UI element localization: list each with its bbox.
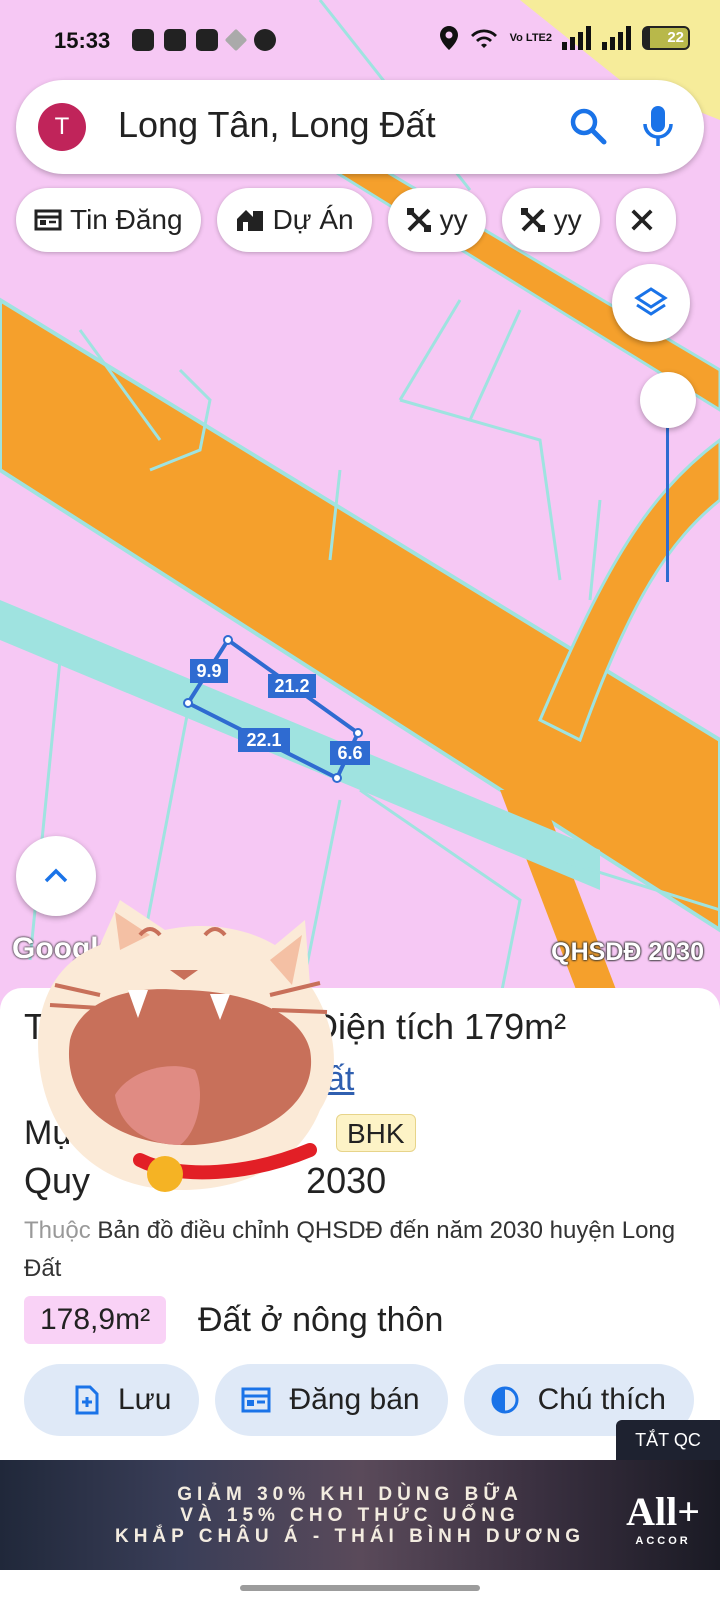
parcel-area: Diện tích 179m² — [312, 1006, 566, 1048]
tools-icon — [406, 208, 431, 232]
search-bar[interactable]: T Long Tân, Long Đất — [16, 80, 704, 174]
battery-icon: 22 — [642, 26, 690, 50]
land-area-chip: 178,9m² — [24, 1296, 167, 1344]
map-layer-label: QHSDĐ 2030 — [551, 938, 704, 966]
tools-icon — [520, 208, 545, 232]
location-icon — [439, 26, 458, 50]
land-use-code-badge: BHK — [336, 1114, 416, 1152]
filter-chips: Tin Đăng Dự Án yy yy — [16, 188, 676, 252]
ad-line-2: VÀ 15% CHO THỨC UỐNG — [180, 1505, 520, 1526]
tv-icon — [196, 29, 218, 51]
ad-banner[interactable]: GIẢM 30% KHI DÙNG BỮA VÀ 15% CHO THỨC UỐ… — [0, 1460, 720, 1570]
messenger-icon — [132, 29, 154, 51]
diamond-icon — [224, 28, 248, 52]
opacity-slider-handle[interactable] — [640, 372, 696, 428]
sheet-actions: Lưu Đăng bán Chú thích — [24, 1364, 694, 1436]
chip-yy-1[interactable]: yy — [387, 188, 486, 252]
layers-button[interactable] — [612, 264, 690, 342]
legend-label: Chú thích — [537, 1383, 666, 1416]
chip-label: Dự Án — [272, 204, 354, 235]
chevron-up-icon — [44, 868, 68, 883]
network-type: Vo LTE2 — [509, 31, 552, 44]
ad-line-1: GIẢM 30% KHI DÙNG BỮA — [177, 1484, 523, 1505]
listing-icon — [34, 209, 62, 231]
ad-text: GIẢM 30% KHI DÙNG BỮA VÀ 15% CHO THỨC UỐ… — [100, 1484, 600, 1547]
signal-icon — [562, 26, 591, 50]
signal-icon-2 — [602, 26, 631, 50]
save-label: Lưu — [118, 1383, 172, 1416]
app-icon — [164, 29, 186, 51]
status-bar: 15:33 Vo LTE2 22 — [0, 0, 720, 80]
ad-brand-sub: ACCOR — [635, 1535, 691, 1547]
legend-icon — [491, 1386, 519, 1414]
edge-label-3: 22.1 — [246, 730, 281, 750]
add-file-icon — [75, 1385, 99, 1415]
chat-icon — [254, 29, 276, 51]
description-text: Bản đồ điều chỉnh QHSDĐ đến năm 2030 huy… — [24, 1217, 676, 1282]
land-type-label: Đất ở nông thôn — [198, 1301, 444, 1339]
description-prefix: Thuộc — [24, 1217, 91, 1244]
post-listing-button[interactable]: Đăng bán — [215, 1364, 448, 1436]
chip-label: yy — [439, 204, 468, 235]
ad-brand-logo: All+ ACCOR — [626, 1488, 700, 1547]
chip-label: Tin Đăng — [70, 204, 183, 235]
planning-description: Thuộc Bản đồ điều chỉnh QHSDĐ đến năm 20… — [24, 1212, 696, 1288]
cat-sticker — [38, 900, 334, 1192]
save-button[interactable]: Lưu — [24, 1364, 200, 1436]
edge-label-4: 6.6 — [337, 743, 362, 763]
chip-tin-dang[interactable]: Tin Đăng — [16, 188, 201, 252]
edge-label-2: 21.2 — [274, 676, 309, 696]
post-listing-icon — [241, 1387, 271, 1413]
chip-du-an[interactable]: Dự Án — [216, 188, 372, 252]
search-input[interactable]: Long Tân, Long Đất — [118, 104, 436, 146]
close-ad-button[interactable]: TẮT QC — [616, 1420, 720, 1460]
chip-yy-2[interactable]: yy — [501, 188, 600, 252]
area-value: 179m² — [464, 1006, 567, 1047]
ad-line-3: KHẮP CHÂU Á - THÁI BÌNH DƯƠNG — [114, 1526, 586, 1547]
avatar[interactable]: T — [38, 103, 86, 151]
status-time: 15:33 — [54, 28, 111, 53]
buildings-icon — [236, 210, 263, 231]
wifi-icon — [470, 29, 497, 48]
search-icon[interactable] — [568, 106, 608, 146]
tools-icon — [631, 209, 653, 231]
layers-icon — [634, 287, 668, 316]
home-gesture-bar[interactable] — [240, 1585, 480, 1591]
chip-more[interactable] — [615, 188, 676, 252]
edge-label-1: 9.9 — [196, 661, 221, 681]
mic-icon[interactable] — [638, 104, 678, 148]
notification-icons — [132, 28, 276, 52]
chip-label: yy — [553, 204, 582, 235]
ad-brand: All+ — [626, 1489, 700, 1534]
system-icons: Vo LTE2 22 — [439, 26, 690, 50]
post-listing-label: Đăng bán — [289, 1383, 420, 1416]
